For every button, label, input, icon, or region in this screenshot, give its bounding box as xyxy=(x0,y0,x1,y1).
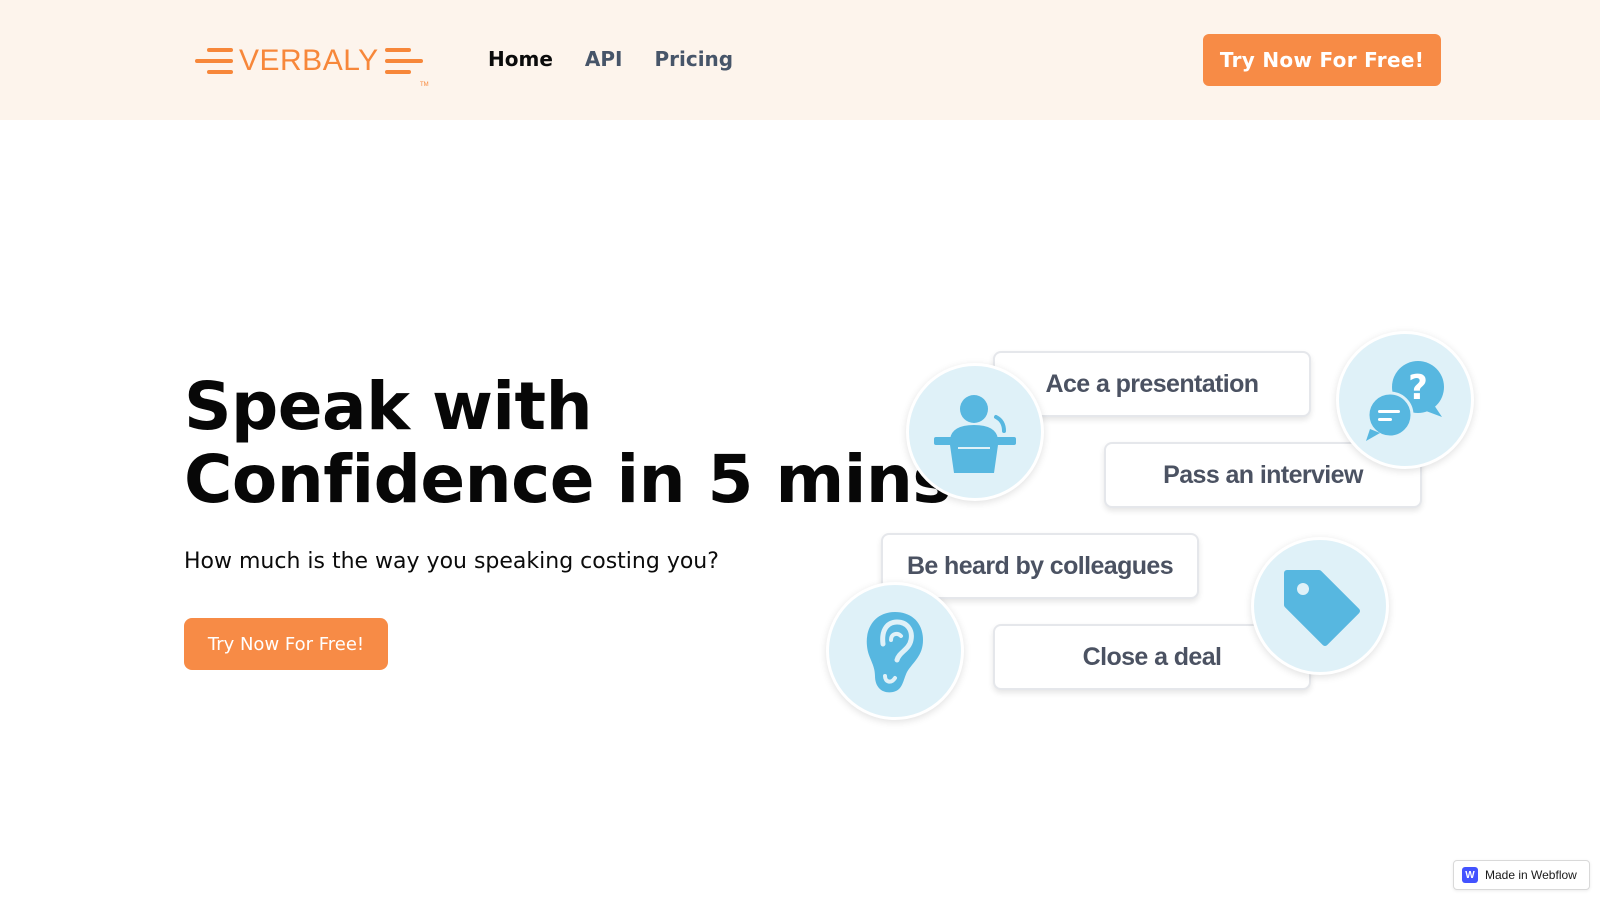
goal-label: Close a deal xyxy=(1082,642,1222,671)
logo-left-bars xyxy=(195,48,233,74)
hero-try-free-button[interactable]: Try Now For Free! xyxy=(184,618,388,670)
logo-wordmark: VERBALY xyxy=(239,44,379,77)
svg-text:?: ? xyxy=(1408,368,1428,408)
badge-label: Made in Webflow xyxy=(1485,868,1577,882)
main-nav: Home API Pricing xyxy=(488,47,733,71)
goal-label: Ace a presentation xyxy=(1045,369,1259,398)
hero-subtitle: How much is the way you speaking costing… xyxy=(184,549,719,574)
hero-title-line-2: Confidence in 5 mins xyxy=(184,441,952,518)
goal-label: Be heard by colleagues xyxy=(906,551,1174,580)
site-header: VERBALY TM Home API Pricing Try Now For … xyxy=(0,0,1600,120)
goal-pill-presentation: Ace a presentation xyxy=(993,351,1311,417)
hero-title-line-1: Speak with xyxy=(184,368,593,445)
presenter-icon xyxy=(906,363,1044,501)
question-chat-icon: ? xyxy=(1336,331,1474,469)
verbaly-logo[interactable]: VERBALY TM xyxy=(195,40,429,88)
nav-link-home[interactable]: Home xyxy=(488,47,553,71)
header-try-free-button[interactable]: Try Now For Free! xyxy=(1203,34,1441,86)
goal-pill-colleagues: Be heard by colleagues xyxy=(881,533,1199,599)
hero-title: Speak with Confidence in 5 mins xyxy=(184,368,952,518)
logo-right-bars xyxy=(384,48,423,74)
price-tag-icon xyxy=(1251,537,1389,675)
logo-trademark: TM xyxy=(420,82,429,88)
nav-link-api[interactable]: API xyxy=(585,47,623,71)
landing-page: VERBALY TM Home API Pricing Try Now For … xyxy=(0,0,1600,900)
made-in-webflow-badge[interactable]: W Made in Webflow xyxy=(1453,860,1590,890)
nav-link-pricing[interactable]: Pricing xyxy=(654,47,733,71)
ear-icon xyxy=(826,582,964,720)
goal-label: Pass an interview xyxy=(1163,460,1363,489)
webflow-logo-icon: W xyxy=(1462,867,1478,883)
